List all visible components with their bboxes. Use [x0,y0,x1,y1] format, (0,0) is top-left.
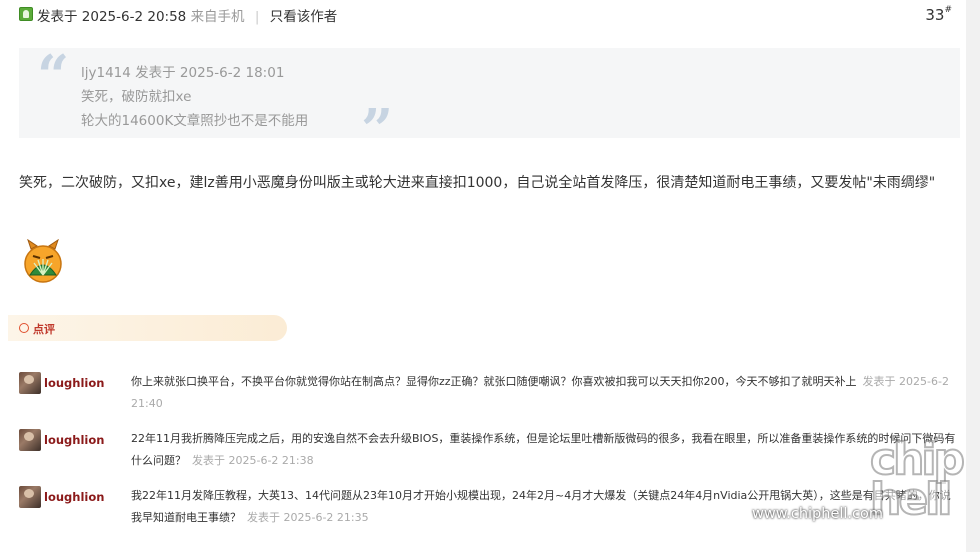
comment-body: 你上来就张口换平台，不换平台你就觉得你站在制高点？显得你zz正确？就张口随便嘲讽… [131,375,857,388]
post-body: 笑死，二次破防，又扣xe，建lz善用小恶魔身份叫版主或轮大进来直接扣1000，自… [19,175,936,191]
only-author-link[interactable]: 只看该作者 [270,9,338,25]
comment-time: 发表于 2025-6-2 21:35 [247,511,369,524]
post-time: 发表于 2025-6-2 20:58 [37,9,187,25]
post-meta: 发表于 2025-6-2 20:58 来自手机 | 只看该作者 [37,5,337,25]
quote-author: ljy1414 发表于 2025-6-2 18:01 [81,65,285,81]
post-header: 发表于 2025-6-2 20:58 来自手机 | 只看该作者 33# [0,0,980,30]
emoji-devil-icon [24,239,62,283]
comment-username[interactable]: loughlion [44,433,104,447]
comment-username[interactable]: loughlion [44,490,104,504]
avatar[interactable] [19,372,41,394]
mobile-phone-icon [19,7,33,21]
comment-text: 我22年11月发降压教程，大英13、14代问题从23年10月才开始小规模出现，2… [131,485,957,529]
comment-section-header: 点评 [8,315,287,341]
post-source: 来自手机 [190,9,245,25]
quote-close-icon: ” [361,97,394,163]
comment-time: 发表于 2025-6-2 21:38 [192,454,314,467]
comment-text: 你上来就张口换平台，不换平台你就觉得你站在制高点？显得你zz正确？就张口随便嘲讽… [131,371,957,415]
comment-text: 22年11月我折腾降压完成之后，用的安逸自然不会去升级BIOS，重装操作系统，但… [131,428,957,472]
comment-circle-icon [19,323,29,333]
quote-line-2: 轮大的14600K文章照抄也不是不能用 [81,113,309,129]
avatar[interactable] [19,486,41,508]
scrollbar[interactable] [966,0,980,552]
avatar[interactable] [19,429,41,451]
floor-number-value: 33 [925,6,945,24]
quote-block: “ ljy1414 发表于 2025-6-2 18:01 笑死，破防就扣xe 轮… [19,43,960,158]
floor-sup: # [944,5,952,15]
comment-section-label: 点评 [33,323,55,336]
divider: | [254,9,260,25]
quote-line-1: 笑死，破防就扣xe [81,89,192,105]
floor-number[interactable]: 33# [925,5,952,24]
quote-open-icon: “ [37,43,70,109]
comment-username[interactable]: loughlion [44,376,104,390]
